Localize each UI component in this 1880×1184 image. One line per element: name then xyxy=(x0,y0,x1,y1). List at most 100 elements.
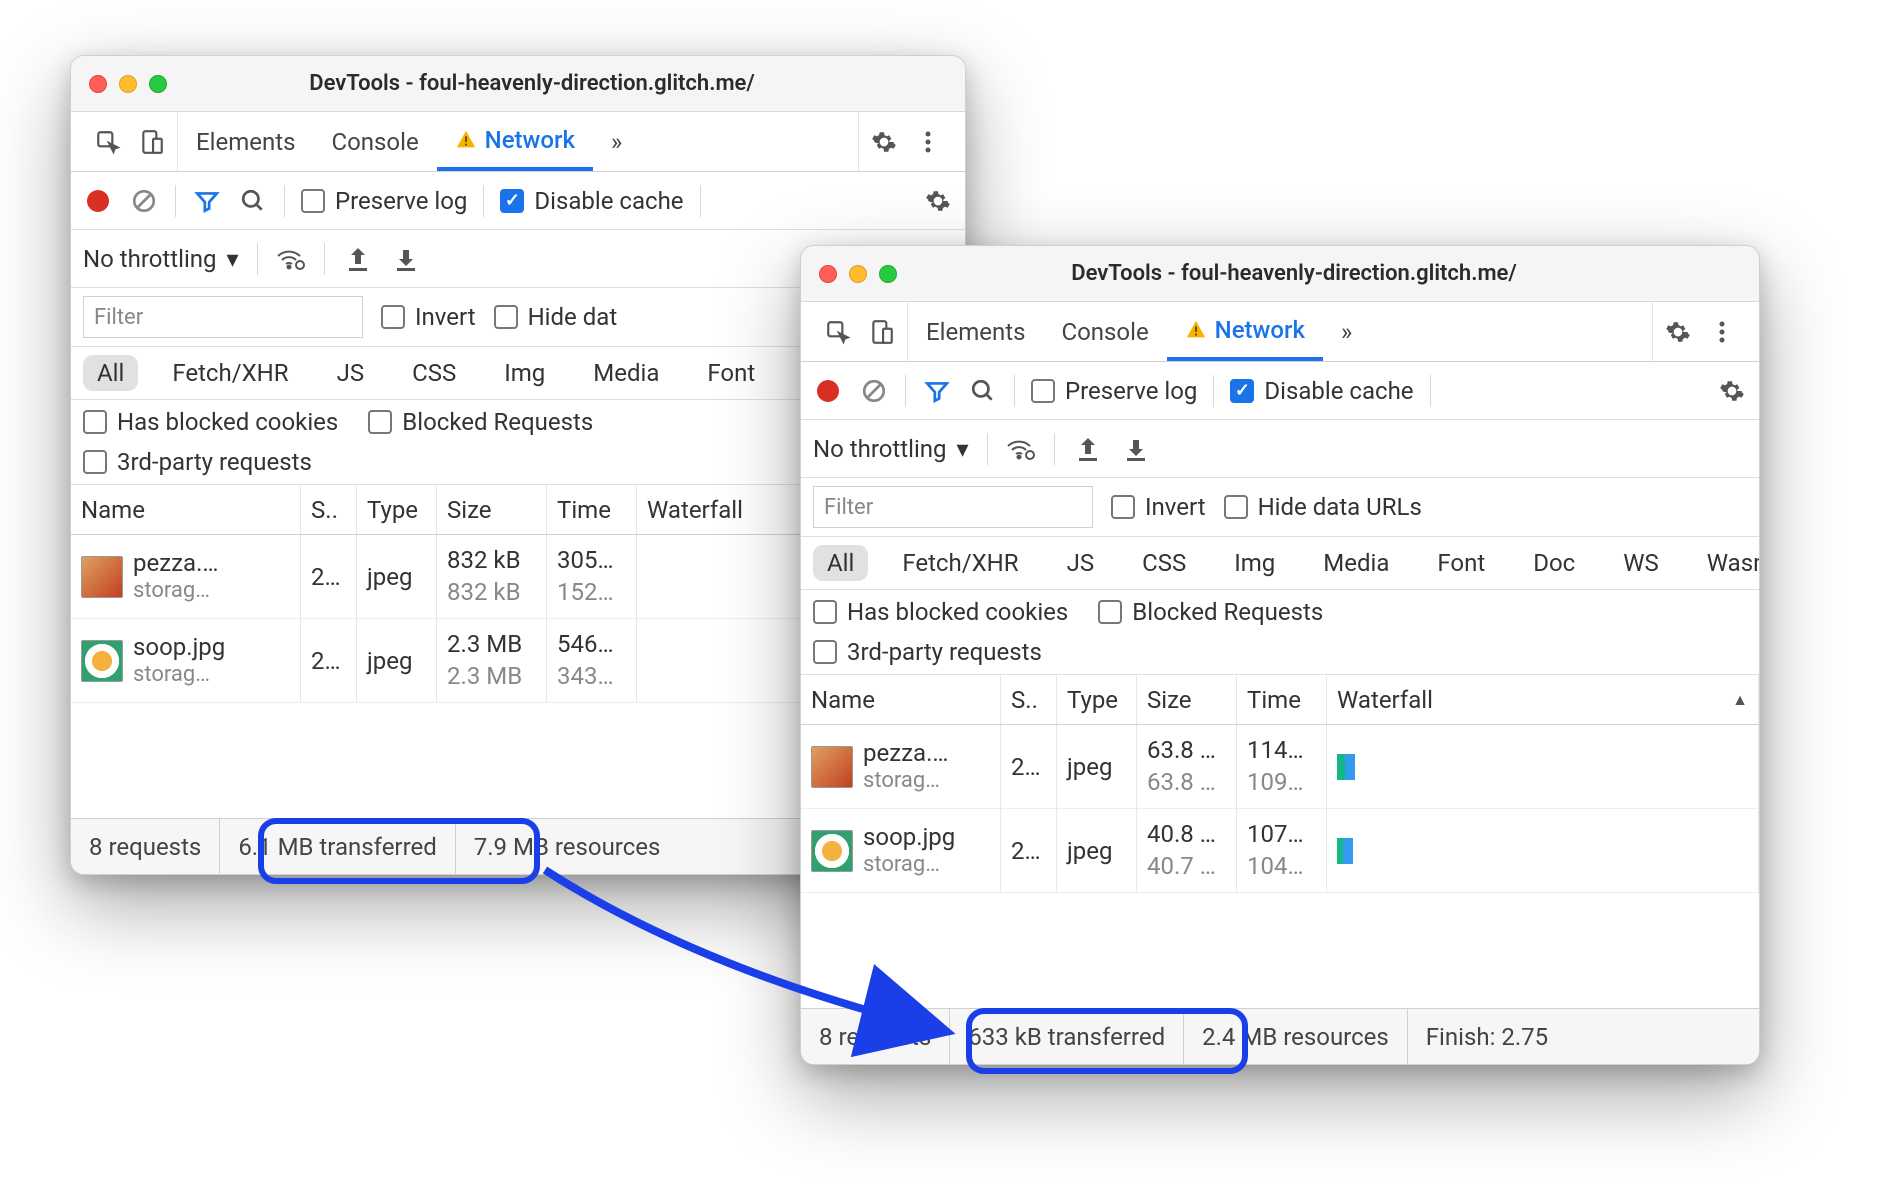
divider xyxy=(905,375,906,407)
type-chip-js[interactable]: JS xyxy=(323,355,379,391)
col-name[interactable]: Name xyxy=(71,485,301,534)
inspect-element-icon[interactable] xyxy=(823,317,853,347)
upload-har-icon[interactable] xyxy=(343,244,373,274)
device-toggle-icon[interactable] xyxy=(867,317,897,347)
type-chip-img[interactable]: Img xyxy=(1220,545,1289,581)
close-window-button[interactable] xyxy=(89,75,107,93)
preserve-log-checkbox[interactable]: Preserve log xyxy=(1031,377,1197,405)
type-chip-doc[interactable]: Doc xyxy=(1519,545,1589,581)
gear-icon[interactable] xyxy=(923,186,953,216)
filter-icon[interactable] xyxy=(192,186,222,216)
search-icon[interactable] xyxy=(238,186,268,216)
col-name[interactable]: Name xyxy=(801,675,1001,724)
disable-cache-checkbox[interactable]: Disable cache xyxy=(500,187,683,215)
invert-checkbox[interactable]: Invert xyxy=(381,303,476,331)
blocked-requests-checkbox[interactable]: Blocked Requests xyxy=(1098,598,1323,626)
hide-data-urls-checkbox[interactable]: Hide data URLs xyxy=(1224,493,1422,521)
filter-input[interactable]: Filter xyxy=(83,296,363,338)
type-chip-js[interactable]: JS xyxy=(1053,545,1109,581)
record-button[interactable] xyxy=(813,376,843,406)
download-har-icon[interactable] xyxy=(391,244,421,274)
titlebar[interactable]: DevTools - foul-heavenly-direction.glitc… xyxy=(71,56,965,112)
more-tabs-button[interactable]: » xyxy=(1323,302,1370,361)
filter-placeholder: Filter xyxy=(824,495,873,520)
col-size[interactable]: Size xyxy=(1137,675,1237,724)
type-chip-all[interactable]: All xyxy=(83,355,138,391)
minimize-window-button[interactable] xyxy=(119,75,137,93)
invert-checkbox[interactable]: Invert xyxy=(1111,493,1206,521)
col-time[interactable]: Time xyxy=(1237,675,1327,724)
upload-har-icon[interactable] xyxy=(1073,434,1103,464)
disable-cache-label: Disable cache xyxy=(1264,377,1413,405)
table-row[interactable]: pezza.…storag… 2… jpeg 63.8 …63.8 … 114…… xyxy=(801,725,1759,809)
preserve-log-checkbox[interactable]: Preserve log xyxy=(301,187,467,215)
blocked-requests-checkbox[interactable]: Blocked Requests xyxy=(368,408,593,436)
titlebar[interactable]: DevTools - foul-heavenly-direction.glitc… xyxy=(801,246,1759,302)
row-name: soop.jpg xyxy=(133,633,225,662)
throttling-select[interactable]: No throttling ▾ xyxy=(83,245,239,273)
tab-elements[interactable]: Elements xyxy=(908,302,1043,361)
type-chip-fetch[interactable]: Fetch/XHR xyxy=(888,545,1032,581)
device-toggle-icon[interactable] xyxy=(137,127,167,157)
type-chip-media[interactable]: Media xyxy=(1309,545,1403,581)
row-domain: storag… xyxy=(133,578,218,604)
tab-elements[interactable]: Elements xyxy=(178,112,313,171)
blocked-cookies-checkbox[interactable]: Has blocked cookies xyxy=(813,598,1068,626)
col-type[interactable]: Type xyxy=(1057,675,1137,724)
type-chip-all[interactable]: All xyxy=(813,545,868,581)
type-chip-wasm[interactable]: Wasm xyxy=(1693,545,1759,581)
maximize-window-button[interactable] xyxy=(149,75,167,93)
filter-icon[interactable] xyxy=(922,376,952,406)
table-row[interactable]: soop.jpgstorag… 2… jpeg 40.8 …40.7 … 107… xyxy=(801,809,1759,893)
third-party-checkbox[interactable]: 3rd-party requests xyxy=(813,638,1042,666)
divider xyxy=(175,185,176,217)
tab-console[interactable]: Console xyxy=(313,112,436,171)
hide-data-urls-checkbox[interactable]: Hide dat xyxy=(494,303,618,331)
clear-icon[interactable] xyxy=(129,186,159,216)
third-party-checkbox[interactable]: 3rd-party requests xyxy=(83,448,312,476)
wifi-settings-icon[interactable] xyxy=(276,244,306,274)
type-chip-ws[interactable]: WS xyxy=(1609,545,1673,581)
col-time[interactable]: Time xyxy=(547,485,637,534)
throttling-select[interactable]: No throttling ▾ xyxy=(813,435,969,463)
more-tabs-button[interactable]: » xyxy=(593,112,640,171)
clear-icon[interactable] xyxy=(859,376,889,406)
gear-icon[interactable] xyxy=(1717,376,1747,406)
checkbox-icon xyxy=(813,640,837,664)
type-chip-media[interactable]: Media xyxy=(579,355,673,391)
filter-toolbar: Filter Invert Hide data URLs xyxy=(801,478,1759,537)
row-status: 2… xyxy=(1001,725,1057,808)
type-chip-font[interactable]: Font xyxy=(1423,545,1499,581)
blocked-cookies-checkbox[interactable]: Has blocked cookies xyxy=(83,408,338,436)
type-chip-css[interactable]: CSS xyxy=(1128,545,1200,581)
disable-cache-checkbox[interactable]: Disable cache xyxy=(1230,377,1413,405)
search-icon[interactable] xyxy=(968,376,998,406)
record-button[interactable] xyxy=(83,186,113,216)
type-chip-img[interactable]: Img xyxy=(490,355,559,391)
gear-icon[interactable] xyxy=(869,127,899,157)
gear-icon[interactable] xyxy=(1663,317,1693,347)
maximize-window-button[interactable] xyxy=(879,265,897,283)
row-size: 2.3 MB xyxy=(447,629,522,660)
kebab-menu-icon[interactable] xyxy=(1707,317,1737,347)
col-type[interactable]: Type xyxy=(357,485,437,534)
type-chip-fetch[interactable]: Fetch/XHR xyxy=(158,355,302,391)
wifi-settings-icon[interactable] xyxy=(1006,434,1036,464)
close-window-button[interactable] xyxy=(819,265,837,283)
tab-console[interactable]: Console xyxy=(1043,302,1166,361)
col-size[interactable]: Size xyxy=(437,485,547,534)
divider xyxy=(483,185,484,217)
col-status[interactable]: S.. xyxy=(301,485,357,534)
row-time-sub: 343… xyxy=(557,661,614,692)
col-waterfall[interactable]: Waterfall▲ xyxy=(1327,675,1759,724)
tab-network[interactable]: Network xyxy=(1167,302,1323,361)
inspect-element-icon[interactable] xyxy=(93,127,123,157)
filter-input[interactable]: Filter xyxy=(813,486,1093,528)
type-chip-css[interactable]: CSS xyxy=(398,355,470,391)
col-status[interactable]: S.. xyxy=(1001,675,1057,724)
kebab-menu-icon[interactable] xyxy=(913,127,943,157)
download-har-icon[interactable] xyxy=(1121,434,1151,464)
minimize-window-button[interactable] xyxy=(849,265,867,283)
type-chip-font[interactable]: Font xyxy=(693,355,769,391)
tab-network[interactable]: Network xyxy=(437,112,593,171)
